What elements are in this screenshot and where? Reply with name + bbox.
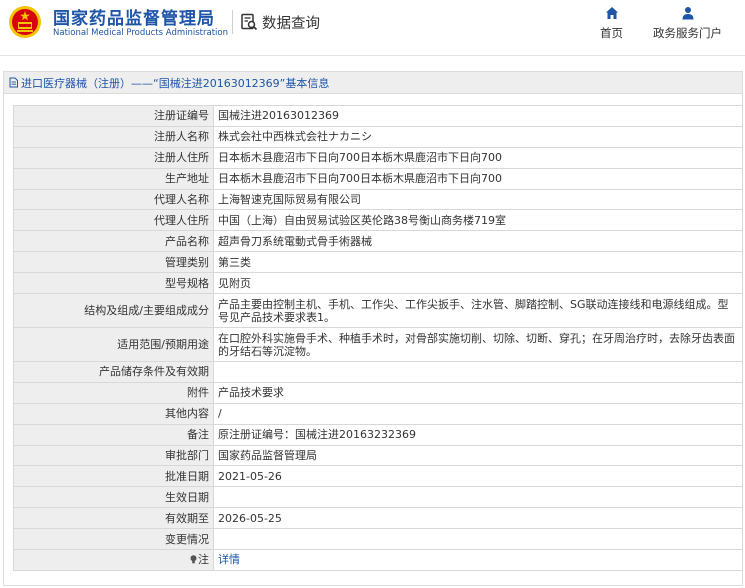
brand-name-en: National Medical Products Administration <box>53 28 228 38</box>
table-row: 注册人住所 日本栃木县鹿沼市下日向700日本栃木県鹿沼市下日向700 <box>13 146 743 169</box>
nav-gov-portal-label: 政务服务门户 <box>653 26 722 40</box>
national-emblem-icon <box>9 6 41 38</box>
field-value: 产品主要由控制主机、手机、工作尖、工作尖扳手、注水管、脚踏控制、SG联动连接线和… <box>213 293 743 329</box>
field-label: 注 <box>198 553 209 567</box>
field-value: 中国（上海）自由贸易试验区英伦路38号衡山商务楼719室 <box>213 209 743 232</box>
field-value: 2021-05-26 <box>213 465 743 488</box>
table-row: 代理人住所 中国（上海）自由贸易试验区英伦路38号衡山商务楼719室 <box>13 209 743 232</box>
user-icon <box>682 7 693 20</box>
document-icon <box>9 77 18 88</box>
home-icon <box>605 7 618 19</box>
field-label: 结构及组成/主要组成成分 <box>13 293 214 329</box>
header-divider <box>232 10 233 34</box>
registration-info-table: 注册证编号 国械注进20163012369 注册人名称 株式会社中西株式会社ナカ… <box>13 105 743 571</box>
table-row: 变更情况 <box>13 528 743 551</box>
table-row: 代理人名称 上海智速克国际贸易有限公司 <box>13 188 743 211</box>
field-value: 产品技术要求 <box>213 381 743 404</box>
note-label-cell: 注 <box>13 549 214 571</box>
field-label: 附件 <box>13 381 214 404</box>
field-value <box>213 361 743 383</box>
field-label: 审批部门 <box>13 444 214 467</box>
breadcrumb-text: 进口医疗器械（注册）——“国械注进20163012369”基本信息 <box>21 76 330 90</box>
details-link[interactable]: 详情 <box>218 553 240 566</box>
field-value: 国械注进20163012369 <box>213 105 743 127</box>
data-query-title: 数据查询 <box>240 11 320 33</box>
field-label: 备注 <box>13 423 214 446</box>
table-row: 有效期至 2026-05-25 <box>13 507 743 530</box>
field-value <box>213 486 743 509</box>
nav-gov-portal[interactable]: 政务服务门户 <box>653 6 722 41</box>
table-row: 管理类别 第三类 <box>13 251 743 274</box>
table-row: 型号规格 见附页 <box>13 272 743 295</box>
table-row: 适用范围/预期用途 在口腔外科实施骨手术、种植手术时，对骨部实施切削、切除、切断… <box>13 327 743 363</box>
table-row: 注册人名称 株式会社中西株式会社ナカニシ <box>13 125 743 148</box>
field-label: 生效日期 <box>13 486 214 509</box>
field-value: 株式会社中西株式会社ナカニシ <box>213 125 743 148</box>
field-label: 变更情况 <box>13 528 214 551</box>
field-label: 代理人住所 <box>13 209 214 232</box>
table-row: 注册证编号 国械注进20163012369 <box>13 105 743 127</box>
nav-home[interactable]: 首页 <box>600 6 623 41</box>
field-value: 2026-05-25 <box>213 507 743 530</box>
field-value: 超声骨刀系统電動式骨手術器械 <box>213 230 743 253</box>
field-value <box>213 528 743 551</box>
field-value: 原注册证编号：国械注进20163232369 <box>213 423 743 446</box>
table-row: 生效日期 <box>13 486 743 509</box>
table-row: 结构及组成/主要组成成分 产品主要由控制主机、手机、工作尖、工作尖扳手、注水管、… <box>13 293 743 329</box>
table-row: 审批部门 国家药品监督管理局 <box>13 444 743 467</box>
field-label: 批准日期 <box>13 465 214 488</box>
field-label: 有效期至 <box>13 507 214 530</box>
brand-name-cn: 国家药品监督管理局 <box>53 9 215 29</box>
nav-home-label: 首页 <box>600 26 623 40</box>
table-row: 注 详情 <box>13 549 743 571</box>
field-value: 详情 <box>213 549 743 571</box>
field-value: 上海智速克国际贸易有限公司 <box>213 188 743 211</box>
field-label: 注册人名称 <box>13 125 214 148</box>
data-query-label: 数据查询 <box>262 15 320 32</box>
field-label: 型号规格 <box>13 272 214 295</box>
table-row: 批准日期 2021-05-26 <box>13 465 743 488</box>
field-label: 生产地址 <box>13 167 214 190</box>
field-value: 日本栃木县鹿沼市下日向700日本栃木県鹿沼市下日向700 <box>213 167 743 190</box>
field-label: 产品储存条件及有效期 <box>13 361 214 383</box>
field-value: 见附页 <box>213 272 743 295</box>
field-value: 第三类 <box>213 251 743 274</box>
document-search-icon <box>241 13 258 31</box>
breadcrumb: 进口医疗器械（注册）——“国械注进20163012369”基本信息 <box>4 72 742 94</box>
table-row: 生产地址 日本栃木县鹿沼市下日向700日本栃木県鹿沼市下日向700 <box>13 167 743 190</box>
detail-panel: 进口医疗器械（注册）——“国械注进20163012369”基本信息 注册证编号 … <box>3 71 743 586</box>
lightbulb-icon <box>190 555 197 564</box>
field-label: 产品名称 <box>13 230 214 253</box>
field-value: / <box>213 402 743 425</box>
site-header: 国家药品监督管理局 National Medical Products Admi… <box>0 0 745 56</box>
field-label: 管理类别 <box>13 251 214 274</box>
field-label: 注册人住所 <box>13 146 214 169</box>
table-row: 附件 产品技术要求 <box>13 381 743 404</box>
field-label: 代理人名称 <box>13 188 214 211</box>
table-row: 产品储存条件及有效期 <box>13 361 743 383</box>
table-row: 其他内容 / <box>13 402 743 425</box>
field-label: 其他内容 <box>13 402 214 425</box>
field-value: 在口腔外科实施骨手术、种植手术时，对骨部实施切削、切除、切断、穿孔；在牙周治疗时… <box>213 327 743 363</box>
field-value: 日本栃木县鹿沼市下日向700日本栃木県鹿沼市下日向700 <box>213 146 743 169</box>
table-row: 备注 原注册证编号：国械注进20163232369 <box>13 423 743 446</box>
table-row: 产品名称 超声骨刀系统電動式骨手術器械 <box>13 230 743 253</box>
field-value: 国家药品监督管理局 <box>213 444 743 467</box>
field-label: 注册证编号 <box>13 105 214 127</box>
field-label: 适用范围/预期用途 <box>13 327 214 363</box>
